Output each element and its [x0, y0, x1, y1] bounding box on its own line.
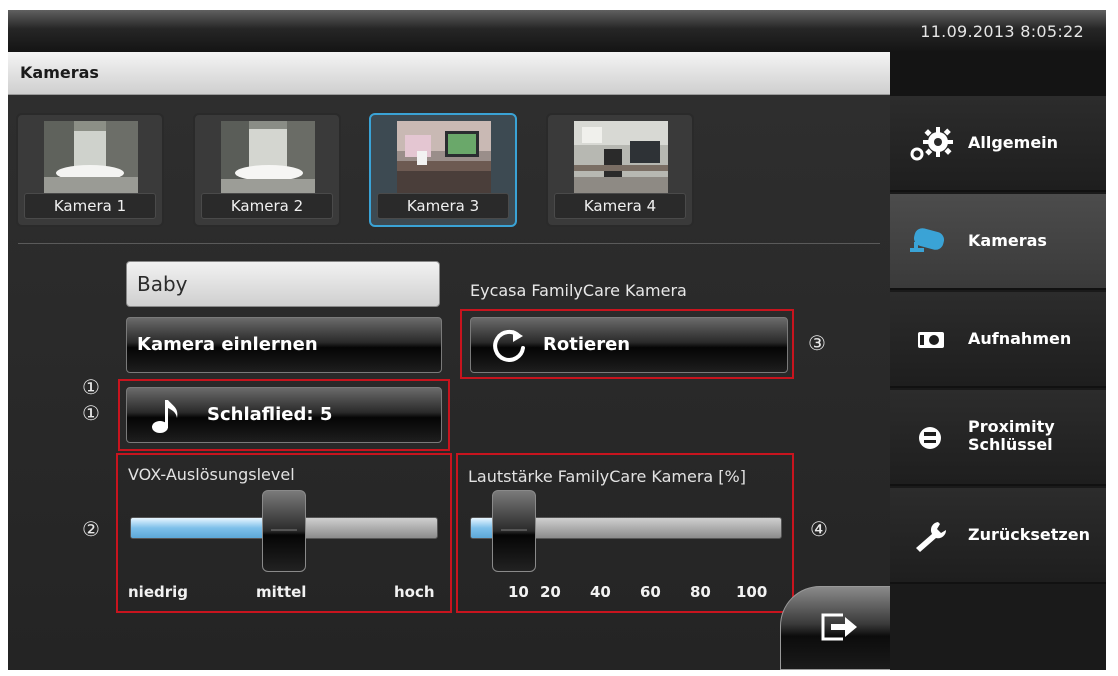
- title-bar: Kameras: [8, 52, 890, 95]
- gears-icon: [910, 127, 953, 161]
- sidebar-item-proximity-key[interactable]: Proximity Schlüssel: [890, 390, 1106, 486]
- camera-settings-panel: Kamera 1 Kamera 2 Kamera 3 Kamera 4 Baby…: [8, 95, 892, 670]
- vox-tick-high: hoch: [394, 583, 435, 601]
- exit-arrow-icon: [821, 613, 857, 641]
- camera-3-preview-image: [397, 121, 491, 193]
- learn-camera-button-label: Kamera einlernen: [137, 334, 318, 355]
- sidebar-item-kameras[interactable]: Kameras: [890, 194, 1106, 290]
- sidebar-item-aufnahmen[interactable]: Aufnahmen: [890, 292, 1106, 388]
- sidebar: Allgemein Kameras Aufnahmen Proximity Sc…: [890, 96, 1106, 670]
- music-note-icon: [152, 400, 178, 433]
- vox-tick-low: niedrig: [128, 583, 189, 601]
- vox-slider-knob[interactable]: [262, 490, 306, 572]
- camera-3-label: Kamera 3: [377, 193, 509, 219]
- volume-tick-20: 20: [540, 583, 561, 601]
- volume-tick-60: 60: [640, 583, 661, 601]
- page-title: Kameras: [20, 63, 99, 82]
- sidebar-item-allgemein[interactable]: Allgemein: [890, 96, 1106, 192]
- rotate-button[interactable]: Rotieren: [470, 317, 788, 373]
- device-screen: 11.09.2013 8:05:22 Kameras Kamera 1 Kame…: [8, 10, 1106, 670]
- volume-tick-80: 80: [690, 583, 711, 601]
- camera-name-field[interactable]: Baby: [126, 261, 440, 307]
- annotation-number-4: ④: [810, 517, 828, 541]
- camera-thumbnail-3[interactable]: Kamera 3: [369, 113, 517, 227]
- volume-tick-10: 10: [508, 583, 529, 601]
- proximity-label-line2: Schlüssel: [968, 435, 1053, 454]
- camera-1-label: Kamera 1: [24, 193, 156, 219]
- device-name-label: Eycasa FamilyCare Kamera: [470, 281, 687, 300]
- lullaby-button-label: Schlaflied: 5: [207, 404, 333, 425]
- sidebar-item-reset[interactable]: Zurücksetzen: [890, 488, 1106, 584]
- camera-thumbnail-2[interactable]: Kamera 2: [193, 113, 341, 227]
- learn-camera-button[interactable]: Kamera einlernen: [126, 317, 442, 373]
- lullaby-button[interactable]: Schlaflied: 5: [126, 387, 442, 443]
- camera-4-label: Kamera 4: [554, 193, 686, 219]
- sidebar-item-proximity-key-label: Proximity Schlüssel: [968, 418, 1055, 454]
- sidebar-item-kameras-label: Kameras: [968, 231, 1047, 250]
- rotate-icon: [493, 329, 525, 362]
- volume-tick-40: 40: [590, 583, 611, 601]
- section-divider: [18, 243, 880, 244]
- camera-1-preview-image: [44, 121, 138, 193]
- sidebar-item-reset-label: Zurücksetzen: [968, 525, 1090, 544]
- exit-button[interactable]: [780, 586, 892, 670]
- sidebar-header: [890, 52, 1106, 96]
- volume-label: Lautstärke FamilyCare Kamera [%]: [468, 467, 746, 486]
- annotation-number-1a: ①: [82, 375, 100, 399]
- annotation-number-2: ②: [82, 517, 100, 541]
- proximity-label-line1: Proximity: [968, 417, 1055, 436]
- recordings-icon: [918, 332, 944, 348]
- camera-thumbnail-1[interactable]: Kamera 1: [16, 113, 164, 227]
- sidebar-item-aufnahmen-label: Aufnahmen: [968, 329, 1072, 348]
- camera-thumbnail-4[interactable]: Kamera 4: [546, 113, 694, 227]
- camera-2-preview-image: [221, 121, 315, 193]
- volume-slider-knob[interactable]: [491, 490, 536, 572]
- camera-icon: [910, 228, 945, 252]
- vox-tick-mid: mittel: [256, 583, 307, 601]
- key-fob-icon: [919, 427, 941, 449]
- camera-4-preview-image: [574, 121, 668, 193]
- datetime-display: 11.09.2013 8:05:22: [920, 22, 1084, 41]
- sidebar-item-allgemein-label: Allgemein: [968, 133, 1059, 152]
- rotate-button-label: Rotieren: [543, 334, 631, 355]
- camera-2-label: Kamera 2: [201, 193, 333, 219]
- annotation-number-1b: ①: [82, 401, 100, 425]
- annotation-number-3: ③: [808, 331, 826, 355]
- status-bar: 11.09.2013 8:05:22: [8, 10, 1106, 52]
- wrench-icon: [916, 522, 947, 552]
- vox-level-label: VOX-Auslösungslevel: [128, 465, 295, 484]
- volume-tick-100: 100: [736, 583, 768, 601]
